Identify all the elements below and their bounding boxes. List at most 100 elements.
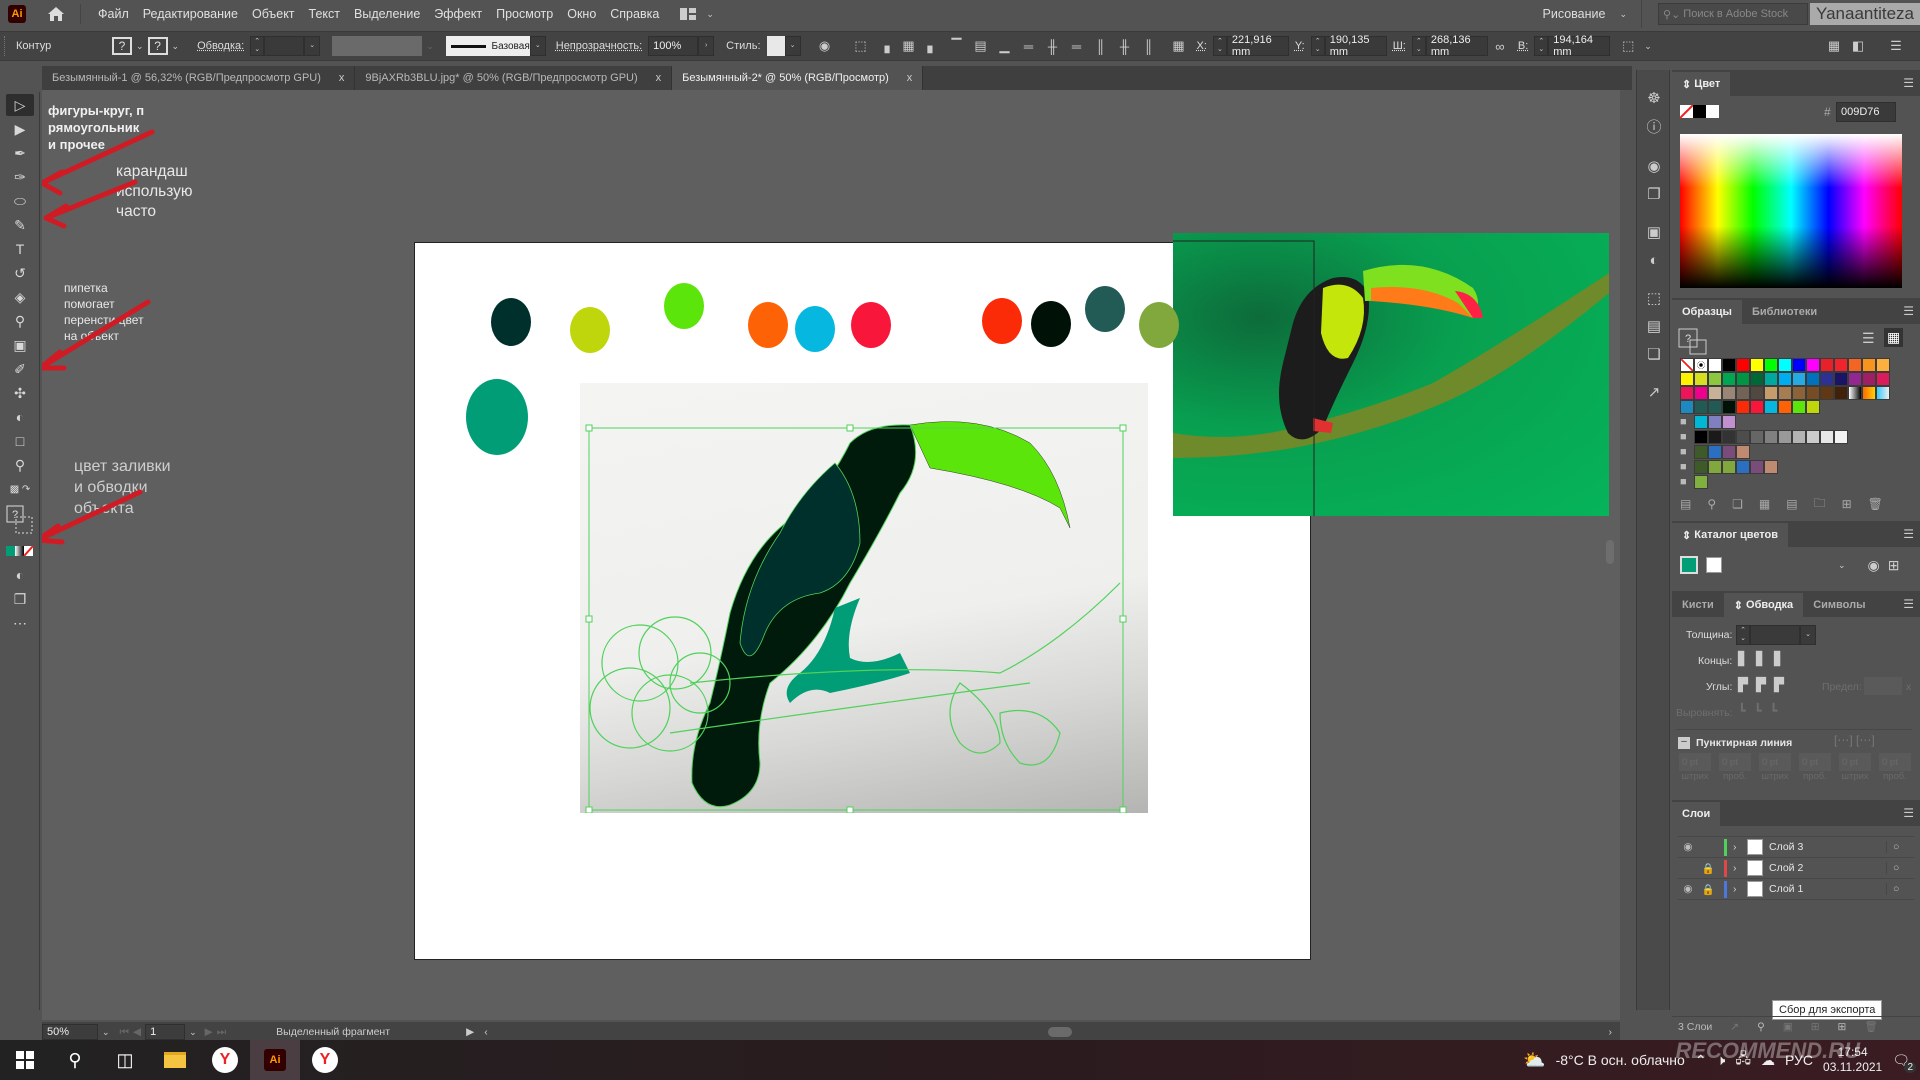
- file-explorer-icon[interactable]: [150, 1040, 200, 1080]
- dash-field[interactable]: 0 pt штрих: [1758, 753, 1792, 782]
- tab-libraries[interactable]: Библиотеки: [1742, 300, 1827, 324]
- windows-start-icon[interactable]: [0, 1040, 50, 1080]
- swatch[interactable]: [1736, 400, 1750, 414]
- tab-document-1[interactable]: Безымянный-1 @ 56,32% (RGB/Предпросмотр …: [42, 66, 356, 90]
- pathfinder-icon[interactable]: ❏: [1637, 340, 1671, 368]
- swatch[interactable]: [1736, 460, 1750, 474]
- selection-tool-icon[interactable]: ▷: [6, 94, 34, 116]
- layer-row[interactable]: ◉ › Слой 3 ○: [1678, 837, 1914, 858]
- default-fill-stroke-icon[interactable]: ▩ ↷: [6, 478, 34, 500]
- tab-swatches[interactable]: Образцы: [1672, 300, 1742, 324]
- more-tools-icon[interactable]: ⋯: [6, 612, 34, 634]
- arrange-icon[interactable]: ◧: [1848, 36, 1868, 56]
- swatch[interactable]: [1778, 400, 1792, 414]
- swatch[interactable]: [1750, 372, 1764, 386]
- swatch[interactable]: [1736, 358, 1750, 372]
- menu-type[interactable]: Текст: [302, 7, 347, 21]
- swatch[interactable]: [1708, 460, 1722, 474]
- swatch[interactable]: [1764, 400, 1778, 414]
- draw-mode-icon[interactable]: ◐: [6, 564, 34, 586]
- transform-dropdown[interactable]: ⌄: [1644, 41, 1652, 52]
- fill-swatch[interactable]: ?: [112, 37, 132, 55]
- swatch[interactable]: [1764, 372, 1778, 386]
- scroll-right-button[interactable]: ›: [1609, 1026, 1613, 1038]
- swatch[interactable]: [1736, 386, 1750, 400]
- close-icon[interactable]: x: [339, 72, 345, 84]
- distribute-top-icon[interactable]: ═: [1019, 36, 1039, 56]
- layer-name[interactable]: Слой 1: [1769, 883, 1886, 895]
- swatch[interactable]: [1708, 415, 1722, 429]
- swatch[interactable]: [1778, 430, 1792, 444]
- swatch[interactable]: [1694, 400, 1708, 414]
- prev-artboard-button[interactable]: ◀: [133, 1026, 141, 1038]
- swatch[interactable]: [1750, 430, 1764, 444]
- yandex-browser-icon[interactable]: Y: [200, 1040, 250, 1080]
- workspace-switcher[interactable]: Рисование ⌄: [1543, 0, 1643, 28]
- menu-object[interactable]: Объект: [245, 7, 302, 21]
- gradient-icon[interactable]: ▣: [1637, 218, 1671, 246]
- swatch[interactable]: [1806, 386, 1820, 400]
- isolate-icon[interactable]: ▦: [1824, 36, 1844, 56]
- color-swatch-circle[interactable]: [748, 302, 788, 348]
- y-stepper[interactable]: ⌃ ⌄: [1310, 36, 1325, 56]
- tab-color-catalog[interactable]: ⇕ Каталог цветов: [1672, 523, 1789, 547]
- recolor-icon[interactable]: ◉: [1868, 557, 1880, 574]
- align-icon[interactable]: ▤: [1637, 312, 1671, 340]
- tab-stroke[interactable]: ⇕ Обводка: [1723, 593, 1804, 617]
- swatch[interactable]: [1876, 372, 1890, 386]
- swatch[interactable]: [1848, 386, 1862, 400]
- catalog-stroke-color[interactable]: [1706, 557, 1722, 573]
- info-icon[interactable]: ⓘ: [1637, 112, 1671, 140]
- weather-text[interactable]: -8°C В осн. облачно: [1556, 1052, 1685, 1068]
- new-color-group-icon[interactable]: ▦: [1759, 497, 1770, 511]
- show-kinds-icon[interactable]: ⚲: [1707, 497, 1716, 511]
- swatch[interactable]: [1722, 358, 1736, 372]
- swatch-group[interactable]: ■: [1680, 475, 1920, 489]
- distribute-bottom-icon[interactable]: ═: [1067, 36, 1087, 56]
- reference-photo-toucan[interactable]: [1171, 233, 1609, 518]
- align-top-icon[interactable]: ▔: [947, 36, 967, 56]
- new-layer-icon[interactable]: ⊞: [1838, 1021, 1847, 1033]
- color-swatch-circle[interactable]: [1031, 301, 1071, 347]
- stroke-swatch[interactable]: ?: [147, 37, 168, 55]
- swatch[interactable]: [1792, 430, 1806, 444]
- swatch[interactable]: [1792, 358, 1806, 372]
- zoom-tool-icon[interactable]: ⚲: [6, 454, 34, 476]
- home-icon[interactable]: [46, 5, 66, 23]
- swatch[interactable]: [1806, 430, 1820, 444]
- yandex-browser-icon-2[interactable]: Y: [300, 1040, 350, 1080]
- swatch-group[interactable]: ■: [1680, 430, 1920, 444]
- swatch[interactable]: [1736, 372, 1750, 386]
- swatch[interactable]: [1694, 475, 1708, 489]
- align-vcenter-icon[interactable]: ▤: [971, 36, 991, 56]
- layer-name[interactable]: Слой 2: [1769, 862, 1886, 874]
- menu-window[interactable]: Окно: [560, 7, 603, 21]
- traced-image[interactable]: [580, 383, 1148, 814]
- swatch[interactable]: [1694, 460, 1708, 474]
- swatch-options-icon[interactable]: ❏: [1732, 497, 1743, 511]
- miter-limit-input[interactable]: [1864, 677, 1902, 695]
- dash-field[interactable]: 0 pt проб.: [1718, 753, 1752, 782]
- recolor-artwork-icon[interactable]: ◉: [815, 36, 835, 56]
- swatch[interactable]: [1722, 445, 1736, 459]
- swatch[interactable]: [1708, 386, 1722, 400]
- close-icon[interactable]: x: [656, 72, 662, 84]
- menu-help[interactable]: Справка: [603, 7, 666, 21]
- width-stepper[interactable]: ⌃ ⌄: [1411, 36, 1426, 56]
- panel-menu-icon[interactable]: ☰: [1903, 597, 1914, 611]
- profile-dropdown[interactable]: ⌄: [426, 41, 434, 52]
- color-swatch-circle[interactable]: [982, 298, 1022, 344]
- swatch[interactable]: [1778, 386, 1792, 400]
- opacity-input[interactable]: 100%: [648, 36, 699, 56]
- swatch[interactable]: [1792, 386, 1806, 400]
- puppet-warp-tool-icon[interactable]: ✣: [6, 382, 34, 404]
- swatch[interactable]: [1820, 358, 1834, 372]
- swatch[interactable]: [1834, 372, 1848, 386]
- fill-stroke-mini-swatches[interactable]: [1680, 105, 1720, 119]
- layer-row[interactable]: 🔒 › Слой 2 ○: [1678, 858, 1914, 879]
- next-artboard-button[interactable]: ▶: [205, 1026, 213, 1038]
- transform-icon[interactable]: ❐: [1637, 180, 1671, 208]
- swatch-group[interactable]: ■: [1680, 415, 1920, 429]
- style-dropdown[interactable]: ⌄: [784, 36, 801, 56]
- ellipse-tool-icon[interactable]: ⬭: [6, 190, 34, 212]
